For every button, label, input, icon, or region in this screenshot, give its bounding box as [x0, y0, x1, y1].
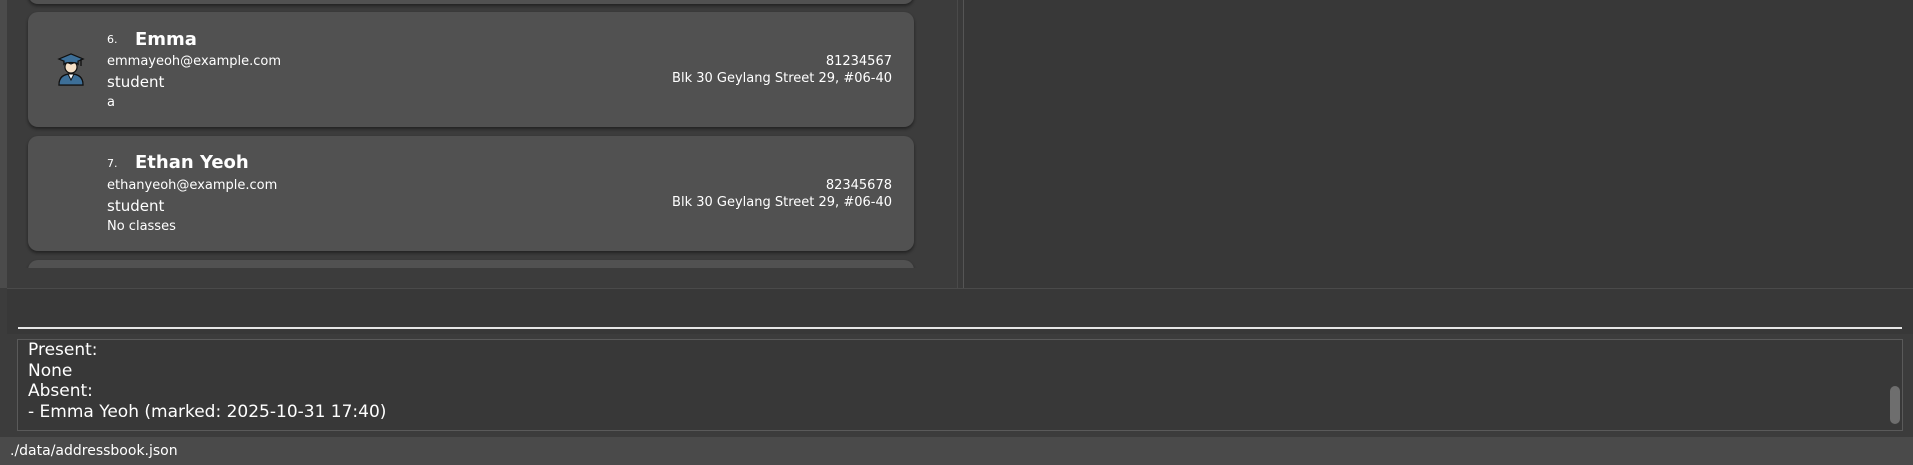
person-index: 7. [107, 157, 118, 170]
result-line: - Emma Yeoh (marked: 2025-10-31 17:40) [28, 402, 387, 422]
person-address: Blk 30 Geylang Street 29, #06-40 [672, 195, 892, 210]
person-name: Emma [135, 29, 197, 50]
save-location-path: ./data/addressbook.json [10, 443, 178, 459]
status-bar [0, 437, 1913, 465]
person-classes: No classes [107, 219, 176, 234]
person-card-previous-partial[interactable] [28, 0, 914, 4]
result-line: Present: [28, 340, 98, 360]
left-edge-strip [0, 0, 7, 288]
detail-panel [963, 0, 1913, 288]
person-email: emmayeoh@example.com [107, 54, 282, 69]
person-index: 6. [107, 33, 118, 46]
result-scrollbar-thumb[interactable] [1890, 386, 1900, 424]
person-role: student [107, 197, 165, 215]
list-panel-bottom [7, 268, 957, 288]
result-line: None [28, 361, 73, 381]
person-email: ethanyeoh@example.com [107, 178, 278, 193]
command-input-underline [18, 327, 1902, 329]
result-line: Absent: [28, 381, 93, 401]
command-input[interactable] [17, 295, 1897, 327]
person-name: Ethan Yeoh [135, 152, 249, 173]
person-role: student [107, 73, 165, 91]
person-phone: 81234567 [825, 54, 892, 69]
person-classes: a [107, 95, 115, 110]
person-phone: 82345678 [825, 178, 892, 193]
student-graduate-icon [54, 51, 88, 87]
person-address: Blk 30 Geylang Street 29, #06-40 [672, 71, 892, 86]
